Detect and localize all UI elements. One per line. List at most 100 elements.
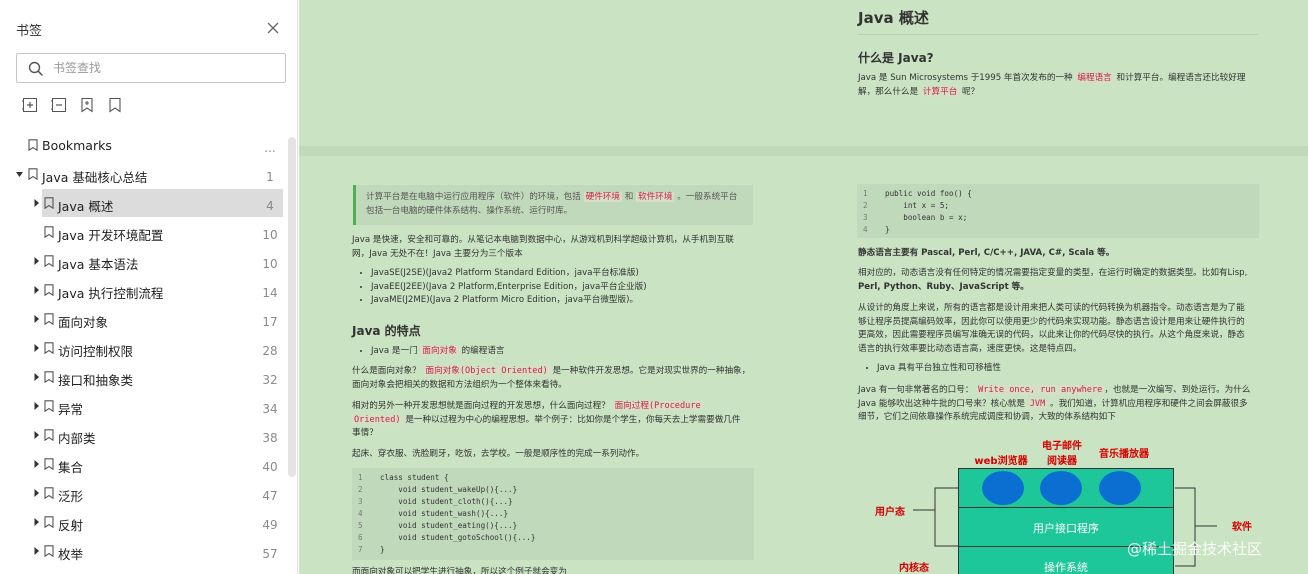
bookmark-item-page: 38	[262, 431, 278, 445]
diagram-brackets	[913, 487, 1217, 567]
paragraph-slogan: Java 有一句非常著名的口号： Write once, run anywher…	[858, 385, 1251, 422]
section-heading-features: Java 的特点	[352, 324, 421, 338]
bookmark-item[interactable]: 内部类 38	[0, 421, 290, 449]
bookmark-item-page: 10	[262, 257, 278, 271]
bookmark-item-icon	[44, 516, 54, 528]
bookmark-item-page: 4	[266, 199, 274, 213]
bookmark-item-page: ...	[264, 141, 276, 155]
collapsed-triangle-icon[interactable]	[33, 430, 41, 440]
bookmark-item-icon	[44, 226, 54, 238]
code-line: }	[380, 545, 385, 554]
bookmark-icon[interactable]	[107, 97, 123, 113]
platform-item: Java 具有平台独立性和可移植性	[877, 362, 1265, 376]
bookmark-item-icon	[44, 429, 54, 441]
bookmark-item[interactable]: Bookmarks...	[0, 131, 290, 159]
code-block-foo: 1 public void foo() {2 int x = 5; 3 boolea…	[857, 184, 1259, 238]
bookmark-item[interactable]: 异常 34	[0, 392, 290, 420]
code-line: void student_wakeUp(){...}	[380, 485, 518, 494]
paragraph-intro: Java 是快速，安全和可靠的。从笔记本电脑到数据中心，从游戏机到科学超级计算机…	[352, 235, 734, 259]
paragraph-what: Java 是 Sun Microsystems 于1995 年首次发布的一种 编…	[858, 73, 1246, 97]
paragraph-cut: 而面向对象可以把学生进行抽象，所以这个例子就会变为	[352, 567, 567, 574]
page-title: Java 概述	[858, 9, 929, 27]
bookmark-item[interactable]: 泛形 47	[0, 479, 290, 507]
bookmark-scrollbar[interactable]	[288, 137, 296, 477]
code-line: void student_wash(){...}	[380, 509, 509, 518]
code-line-number: 6	[358, 533, 363, 542]
code-line-number: 3	[863, 213, 868, 222]
bookmark-item-icon	[44, 487, 54, 499]
paragraph-oo: 什么是面向对象？ 面向对象(Object Oriented) 是一种软件开发思想…	[352, 366, 751, 390]
bookmark-item-page: 32	[262, 373, 278, 387]
bookmark-item-page: 1	[266, 170, 274, 184]
bookmark-item-icon	[44, 342, 54, 354]
label-mail-2: 阅读器	[1047, 456, 1077, 467]
bookmark-item[interactable]: 集合 40	[0, 450, 290, 478]
bookmark-item-label: 面向对象	[58, 315, 109, 330]
bookmark-item[interactable]: 面向对象 17	[0, 305, 290, 333]
bookmark-item[interactable]: Java 概述 4	[0, 189, 290, 217]
blockquote: 计算平台是在电脑中运行应用程序（软件）的环境，包括 硬件环境 和 软件环境 。一…	[353, 185, 753, 225]
collapsed-triangle-icon[interactable]	[33, 488, 41, 498]
collapsed-triangle-icon[interactable]	[33, 517, 41, 527]
bookmark-item-label: 访问控制权限	[58, 344, 134, 359]
bookmark-item[interactable]: Java 基础核心总结 1	[0, 160, 290, 188]
bookmark-item[interactable]: 枚举 57	[0, 537, 290, 565]
code-line-number: 4	[358, 509, 363, 518]
collapse-all-icon[interactable]	[51, 97, 67, 113]
bookmark-item-icon	[44, 313, 54, 325]
bookmark-item-label: Java 执行控制流程	[58, 286, 164, 301]
bookmark-item-label: 反射	[58, 518, 84, 533]
add-bookmark-icon[interactable]	[79, 97, 95, 113]
code-line: }	[885, 225, 890, 234]
collapsed-triangle-icon[interactable]	[33, 256, 41, 266]
label-software: 软件	[1232, 522, 1252, 533]
bookmark-item-icon	[44, 545, 54, 557]
close-icon[interactable]	[265, 20, 281, 36]
document-view[interactable]: Java 概述 什么是 Java? Java 是 Sun Microsystem…	[299, 0, 1308, 574]
bookmark-item-page: 47	[262, 489, 278, 503]
code-line-number: 4	[863, 225, 868, 234]
bookmark-item-icon	[44, 400, 54, 412]
bookmark-item-icon	[44, 284, 54, 296]
edition-item: JavaME(J2ME)(Java 2 Platform Micro Editi…	[371, 294, 759, 308]
label-kernel-mode: 内核态	[899, 563, 929, 574]
code-line-number: 3	[358, 497, 363, 506]
bookmark-item[interactable]: Java 执行控制流程 14	[0, 276, 290, 304]
code-line: void student_eating(){...}	[380, 521, 518, 530]
bookmark-item[interactable]: Java 开发环境配置 10	[0, 218, 290, 246]
collapsed-triangle-icon[interactable]	[33, 401, 41, 411]
feature-item: Java 是一门 面向对象 的编程语言	[371, 345, 759, 359]
panel-title: 书签	[16, 24, 43, 39]
bookmark-panel: 书签 Bookmarks...Java 基础核心总结1Java 概述4Java	[0, 0, 298, 574]
bookmark-item[interactable]: 反射 49	[0, 508, 290, 536]
collapsed-triangle-icon[interactable]	[33, 343, 41, 353]
collapsed-triangle-icon[interactable]	[33, 314, 41, 324]
collapsed-triangle-icon[interactable]	[33, 459, 41, 469]
bookmark-search[interactable]	[16, 53, 286, 83]
collapsed-triangle-icon[interactable]	[33, 546, 41, 556]
collapsed-triangle-icon[interactable]	[33, 372, 41, 382]
bookmark-item[interactable]: Java 基本语法 10	[0, 247, 290, 275]
bookmark-item-page: 57	[262, 547, 278, 561]
paragraph-dynamic: 相对应的，动态语言没有任何特定的情况需要指定变量的类型，在运行时确定的数据类型。…	[858, 268, 1248, 292]
bookmark-item-icon	[28, 139, 38, 151]
bookmark-item-label: 异常	[58, 402, 84, 417]
bookmark-item[interactable]: 接口和抽象类 32	[0, 363, 290, 391]
collapsed-triangle-icon[interactable]	[33, 198, 41, 208]
edition-list: JavaSE(J2SE)(Java2 Platform Standard Edi…	[359, 267, 759, 308]
bookmark-item-page: 34	[262, 402, 278, 416]
paragraph-po: 相对的另外一种开发思想就是面向过程的开发思想，什么面向过程？ 面向过程(Proc…	[352, 401, 741, 438]
section-heading-what: 什么是 Java?	[858, 51, 934, 65]
code-line-number: 1	[358, 473, 363, 482]
feature-list: Java 是一门 面向对象 的编程语言	[359, 345, 759, 359]
expand-all-icon[interactable]	[22, 97, 38, 113]
code-line: public void foo() {	[885, 189, 972, 198]
bookmark-item-page: 49	[262, 518, 278, 532]
code-line: void student_gotoSchool(){...}	[380, 533, 536, 542]
paragraph-design: 从设计的角度上来说，所有的语言都是设计用来把人类可读的代码转换为机器指令。动态语…	[858, 303, 1245, 354]
code-line: int x = 5;	[885, 201, 950, 210]
collapsed-triangle-icon[interactable]	[33, 285, 41, 295]
expanded-triangle-icon[interactable]	[16, 169, 24, 179]
bookmark-item[interactable]: 访问控制权限 28	[0, 334, 290, 362]
bookmark-search-input[interactable]	[53, 58, 273, 78]
